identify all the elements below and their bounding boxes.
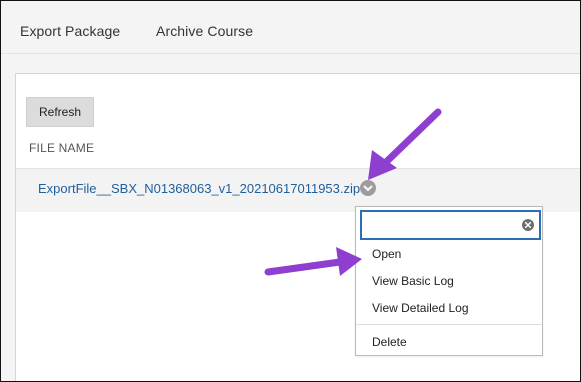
tab-bar: Export Package Archive Course xyxy=(1,1,580,54)
menu-item-view-basic-log[interactable]: View Basic Log xyxy=(372,274,454,288)
menu-item-delete[interactable]: Delete xyxy=(372,335,407,349)
clear-icon[interactable] xyxy=(522,219,534,231)
context-menu-search-input[interactable] xyxy=(364,214,518,238)
menu-item-view-detailed-log[interactable]: View Detailed Log xyxy=(372,301,469,315)
context-menu: Open View Basic Log View Detailed Log De… xyxy=(355,206,543,356)
context-menu-search xyxy=(360,210,541,240)
file-name-column-header: FILE NAME xyxy=(29,141,95,155)
refresh-button[interactable]: Refresh xyxy=(26,97,94,127)
tab-archive-course[interactable]: Archive Course xyxy=(156,23,253,39)
tab-export-package[interactable]: Export Package xyxy=(20,23,120,39)
file-name-link[interactable]: ExportFile__SBX_N01368063_v1_20210617011… xyxy=(38,181,360,196)
menu-divider xyxy=(356,324,542,325)
chevron-down-icon[interactable] xyxy=(360,180,376,196)
menu-item-open[interactable]: Open xyxy=(372,247,401,261)
